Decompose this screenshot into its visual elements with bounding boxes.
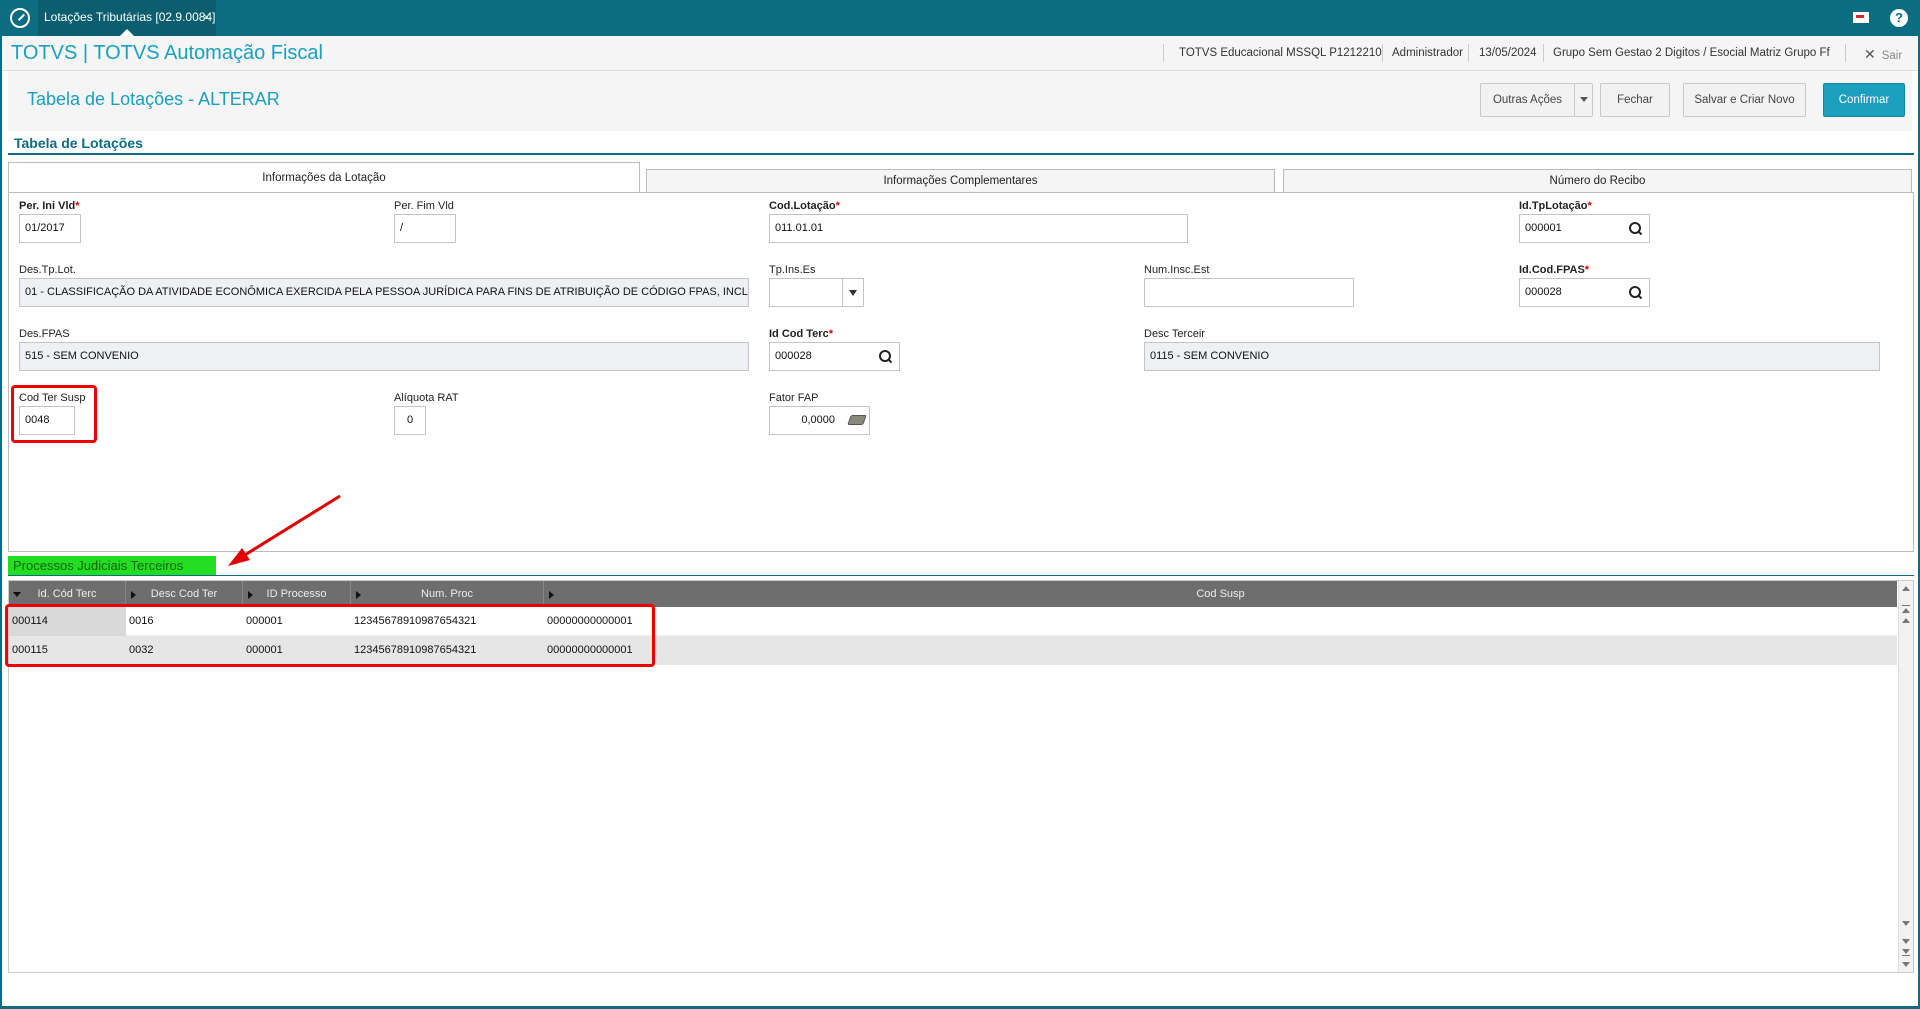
required-marker: * xyxy=(1587,200,1592,212)
header-divider xyxy=(1543,44,1544,62)
sort-right-icon xyxy=(131,591,136,599)
grid-vertical-scrollbar[interactable] xyxy=(1898,581,1913,972)
required-marker: * xyxy=(75,200,80,212)
aliquota-rat-label: Alíquota RAT xyxy=(394,392,459,404)
required-marker: * xyxy=(828,328,833,340)
environment-label: TOTVS Educacional MSSQL P1212210 xyxy=(1179,47,1382,59)
exit-label: Sair xyxy=(1881,50,1903,62)
per-ini-vld-label-text: Per. Ini Vld xyxy=(19,200,76,212)
per-ini-vld-label: Per. Ini Vld* xyxy=(19,200,80,212)
confirmar-button[interactable]: Confirmar xyxy=(1823,83,1905,117)
chevron-down-icon[interactable] xyxy=(1574,84,1592,116)
annotation-arrow-icon xyxy=(228,494,341,566)
processos-title: Processos Judiciais Terceiros xyxy=(8,556,216,575)
column-header-label: Id. Cód Terc xyxy=(37,588,97,600)
scroll-bottom-bar-icon xyxy=(1902,955,1910,956)
page-title: Tabela de Lotações - ALTERAR xyxy=(27,89,280,109)
tab-lotacoes-tributarias[interactable]: Lotações Tributárias [02.9.0084] × xyxy=(38,0,216,36)
scroll-bottom-icon[interactable] xyxy=(1902,939,1910,944)
des-fpas-field: 515 - SEM CONVENIO xyxy=(19,342,749,371)
user-label: Administrador xyxy=(1392,47,1463,59)
highlight-box-cod-ter-susp xyxy=(11,385,97,443)
sort-right-icon xyxy=(248,591,253,599)
tab-active-caret-icon xyxy=(120,29,134,36)
scroll-page-up-icon[interactable] xyxy=(1902,618,1910,623)
salvar-criar-novo-button[interactable]: Salvar e Criar Novo xyxy=(1683,83,1806,117)
scroll-page-down-icon[interactable] xyxy=(1902,921,1910,926)
header-divider xyxy=(1382,44,1383,62)
desc-terceir-label: Desc Terceir xyxy=(1144,328,1205,340)
column-header-label: Cod Susp xyxy=(1196,588,1245,600)
tab-informacoes-lotacao[interactable]: Informações da Lotação xyxy=(8,162,640,193)
header-divider xyxy=(1163,44,1164,62)
search-icon[interactable] xyxy=(879,350,891,362)
num-insc-est-label: Num.Insc.Est xyxy=(1144,264,1210,276)
scroll-top-icon[interactable] xyxy=(1902,608,1910,613)
tab-numero-recibo[interactable]: Número do Recibo xyxy=(1283,169,1912,193)
per-ini-vld-input[interactable]: 01/2017 xyxy=(19,214,81,243)
help-icon[interactable]: ? xyxy=(1890,9,1908,27)
fator-fap-label: Fator FAP xyxy=(769,392,819,404)
totvs-logo-icon[interactable] xyxy=(10,8,30,28)
num-insc-est-input[interactable] xyxy=(1144,278,1354,307)
id-cod-fpas-label-text: Id.Cod.FPAS xyxy=(1519,264,1585,276)
column-header-label: ID Processo xyxy=(266,588,327,600)
highlight-box-processos-rows xyxy=(5,604,655,667)
company-label: Grupo Sem Gestao 2 Digitos / Esocial Mat… xyxy=(1553,47,1830,59)
exit-icon: ✕ xyxy=(1864,46,1876,62)
id-tp-lotacao-label: Id.TpLotação* xyxy=(1519,200,1592,212)
id-tp-lotacao-label-text: Id.TpLotação xyxy=(1519,200,1588,212)
app-header: TOTVS | TOTVS Automação Fiscal TOTVS Edu… xyxy=(0,36,1920,71)
column-header-cod-susp[interactable]: Cod Susp xyxy=(544,581,1897,607)
sort-down-icon xyxy=(13,592,21,597)
exit-button[interactable]: ✕ Sair xyxy=(1864,46,1902,63)
header-divider xyxy=(1468,44,1469,62)
chevron-down-icon[interactable] xyxy=(842,278,864,307)
des-tp-lot-label: Des.Tp.Lot. xyxy=(19,264,76,276)
tp-ins-es-label: Tp.Ins.Es xyxy=(769,264,816,276)
cod-lotacao-input[interactable]: 011.01.01 xyxy=(769,214,1188,243)
scroll-bottom-icon[interactable] xyxy=(1902,949,1910,954)
outras-acoes-button[interactable]: Outras Ações xyxy=(1480,83,1593,117)
column-header-label: Desc Cod Ter xyxy=(150,588,218,600)
des-tp-lot-field: 01 - CLASSIFICAÇÃO DA ATIVIDADE ECONÔMIC… xyxy=(19,278,749,307)
header-divider xyxy=(1845,44,1846,62)
cod-lotacao-label: Cod.Lotação* xyxy=(769,200,840,212)
required-marker: * xyxy=(835,200,840,212)
sort-right-icon xyxy=(356,591,361,599)
search-icon[interactable] xyxy=(1629,286,1641,298)
fechar-button[interactable]: Fechar xyxy=(1600,83,1670,117)
tab-close-icon[interactable]: × xyxy=(203,0,210,34)
tab-informacoes-complementares[interactable]: Informações Complementares xyxy=(646,169,1275,193)
tab-strip: Informações da Lotação Informações Compl… xyxy=(8,162,1914,194)
scroll-up-icon[interactable] xyxy=(1902,586,1910,591)
column-header-label: Num. Proc xyxy=(421,588,473,600)
sort-right-icon xyxy=(549,591,554,599)
page-title-bar: Tabela de Lotações - ALTERAR Outras Açõe… xyxy=(8,71,1912,131)
cod-lotacao-label-text: Cod.Lotação xyxy=(769,200,836,212)
scroll-down-icon[interactable] xyxy=(1902,962,1910,967)
app-title: TOTVS | TOTVS Automação Fiscal xyxy=(11,42,323,64)
section-divider xyxy=(8,153,1914,155)
mail-icon[interactable] xyxy=(1853,12,1869,23)
id-cod-terc-label: Id Cod Terc* xyxy=(769,328,833,340)
section-title: Tabela de Lotações xyxy=(14,135,143,151)
scroll-top-bar-icon xyxy=(1902,605,1910,606)
outras-acoes-label: Outras Ações xyxy=(1492,94,1563,106)
per-fim-vld-label: Per. Fim Vld xyxy=(394,200,454,212)
processos-divider xyxy=(8,575,1914,576)
search-icon[interactable] xyxy=(1629,222,1641,234)
id-cod-fpas-label: Id.Cod.FPAS* xyxy=(1519,264,1589,276)
top-bar: Lotações Tributárias [02.9.0084] × ? xyxy=(0,0,1920,36)
window-border xyxy=(0,36,2,1009)
des-fpas-label: Des.FPAS xyxy=(19,328,70,340)
aliquota-rat-input[interactable]: 0 xyxy=(394,406,426,435)
date-label: 13/05/2024 xyxy=(1479,47,1537,59)
desc-terceir-field: 0115 - SEM CONVENIO xyxy=(1144,342,1880,371)
id-cod-terc-label-text: Id Cod Terc xyxy=(769,328,829,340)
tab-title: Lotações Tributárias [02.9.0084] xyxy=(44,10,216,24)
per-fim-vld-input[interactable]: / xyxy=(394,214,456,243)
required-marker: * xyxy=(1584,264,1590,276)
